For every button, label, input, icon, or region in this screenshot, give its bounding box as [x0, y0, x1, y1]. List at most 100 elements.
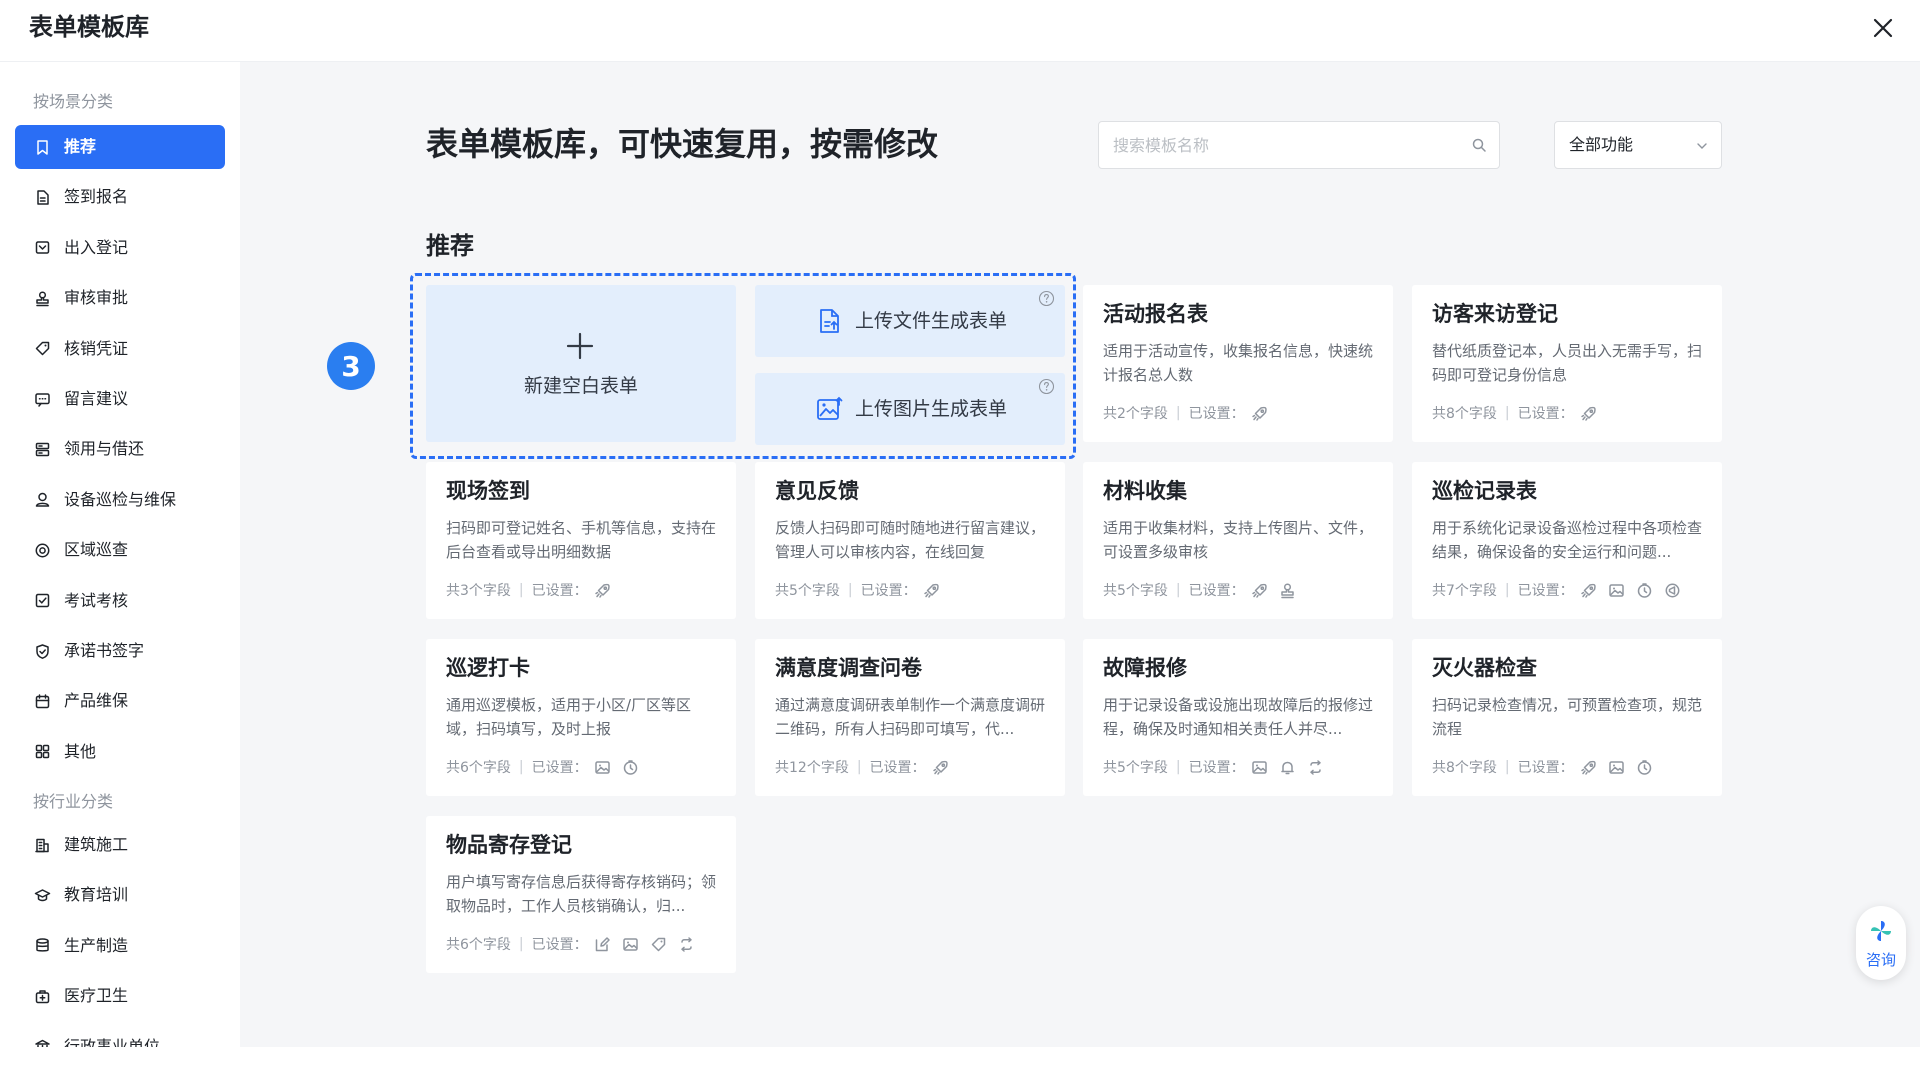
card-meta: 共6个字段 | 已设置： — [446, 934, 706, 954]
sidebar-item-11[interactable]: 产品维保 — [15, 679, 225, 723]
card-meta: 共7个字段 | 已设置： — [1432, 580, 1692, 600]
sidebar-item-5[interactable]: 留言建议 — [15, 377, 225, 421]
pinwheel-icon — [1871, 921, 1891, 941]
card-meta: 共6个字段 | 已设置： — [446, 757, 650, 777]
template-card[interactable]: 故障报修用于记录设备或设施出现故障后的报修过程，确保及时通知相关责任人并尽...… — [1083, 639, 1393, 796]
template-card[interactable]: 灭火器检查 扫码记录检查情况，可预置检查项，规范流程 共8个字段 | 已设置： — [1412, 639, 1722, 796]
template-card[interactable]: 材料收集 适用于收集材料，支持上传图片、文件，可设置多级审核 共5个字段 | 已设置： — [1083, 462, 1393, 619]
sidebar-item-1[interactable]: 签到报名 — [15, 175, 225, 219]
graduation-cap-icon — [34, 887, 51, 904]
settings-label: 已设置： — [531, 583, 588, 599]
sidebar-item-label: 留言建议 — [64, 389, 129, 408]
grid-icon — [34, 743, 51, 760]
card-meta: 共3个字段 | 已设置： — [446, 580, 622, 600]
card-description: 用于记录设备或设施出现故障后的报修过程，确保及时通知相关责任人并尽... — [1103, 696, 1374, 738]
card-title: 巡逻打卡 — [446, 656, 530, 680]
sidebar-item-9[interactable]: 考试考核 — [15, 579, 225, 623]
template-card[interactable]: 物品寄存登记 用户填写寄存信息后获得寄存核销码；领取物品时，工作人员核销确认，归.… — [426, 816, 736, 973]
building-icon — [34, 837, 51, 854]
card-description: 适用于收集材料，支持上传图片、文件，可设置多级审核 — [1103, 519, 1374, 561]
bell-icon — [1279, 759, 1296, 776]
shield-check-icon — [34, 643, 51, 660]
stamp-icon — [34, 290, 51, 307]
card-title: 访客来访登记 — [1432, 302, 1558, 326]
group-title-industry: 按行业分类 — [33, 792, 114, 811]
template-card[interactable]: 现场签到 扫码即可登记姓名、手机等信息，支持在后台查看或导出明细数据 共3个字段 | 已… — [426, 462, 736, 619]
sidebar-item-label: 行政事业单位 — [64, 1036, 161, 1047]
settings-label: 已设置： — [1188, 406, 1245, 422]
card-title: 满意度调查问卷 — [775, 656, 922, 680]
search-icon[interactable] — [1471, 137, 1487, 153]
search-input[interactable] — [1113, 132, 1453, 158]
template-card[interactable]: 活动报名表 适用于活动宣传，收集报名信息，快速统计报名总人数 共2个字段 | 已设置： — [1083, 285, 1393, 442]
divider: | — [1504, 405, 1510, 421]
rocket-icon — [932, 759, 949, 776]
image-icon — [622, 936, 639, 953]
card-meta: 共5个字段 | 已设置： — [775, 580, 951, 600]
card-title: 意见反馈 — [775, 479, 859, 503]
sidebar-item-0[interactable]: 推荐 — [15, 125, 225, 169]
card-title: 故障报修 — [1103, 656, 1187, 680]
app-title: 表单模板库 — [29, 13, 149, 41]
template-card[interactable]: 巡检记录表 用于系统化记录设备巡检过程中各项检查结果，确保设备的安全运行和问题..… — [1412, 462, 1722, 619]
rocket-icon — [1580, 405, 1597, 422]
settings-label: 已设置： — [1188, 583, 1245, 599]
card-title: 材料收集 — [1103, 479, 1187, 503]
card-description: 用户填写寄存信息后获得寄存核销码；领取物品时，工作人员核销确认，归... — [446, 873, 717, 915]
medical-kit-icon — [34, 988, 51, 1005]
divider: | — [1175, 759, 1181, 775]
template-card[interactable]: 巡逻打卡 通用巡逻模板，适用于小区/厂区等区域，扫码填写，及时上报 共6个字段 | 已设… — [426, 639, 736, 796]
sidebar-industry-item-4[interactable]: 行政事业单位 — [15, 1025, 225, 1047]
sidebar-item-label: 设备巡检与维保 — [64, 489, 177, 509]
sidebar-item-3[interactable]: 审核审批 — [15, 276, 225, 320]
card-title: 现场签到 — [446, 479, 530, 503]
chevron-down-icon — [1697, 143, 1707, 149]
megaphone-icon — [1664, 582, 1681, 599]
settings-label: 已设置： — [1188, 760, 1245, 776]
sidebar-item-8[interactable]: 区域巡查 — [15, 528, 225, 572]
sidebar-item-2[interactable]: 出入登记 — [15, 226, 225, 270]
close-button[interactable] — [1866, 11, 1900, 45]
card-meta: 共8个字段 | 已设置： — [1432, 757, 1664, 777]
divider: | — [518, 936, 524, 952]
sidebar-item-7[interactable]: 设备巡检与维保 — [15, 478, 225, 522]
sidebar-industry-item-2[interactable]: 生产制造 — [15, 924, 225, 968]
card-meta: 共5个字段 | 已设置： — [1103, 757, 1335, 777]
sidebar-item-12[interactable]: 其他 — [15, 730, 225, 774]
sidebar-item-label: 承诺书签字 — [64, 641, 145, 660]
sidebar-item-label: 产品维保 — [64, 691, 129, 711]
card-description: 用于系统化记录设备巡检过程中各项检查结果，确保设备的安全运行和问题... — [1432, 519, 1703, 561]
sidebar-item-10[interactable]: 承诺书签字 — [15, 629, 225, 673]
filter-selected-value: 全部功能 — [1569, 135, 1634, 154]
sidebar-item-4[interactable]: 核销凭证 — [15, 327, 225, 371]
template-card[interactable]: 意见反馈 反馈人扫码即可随时随地进行留言建议，管理人可以审核内容，在线回复 共5个字… — [755, 462, 1065, 619]
function-filter-select[interactable]: 全部功能 — [1554, 121, 1722, 169]
card-meta: 共2个字段 | 已设置： — [1103, 403, 1279, 423]
consult-button[interactable]: 咨询 — [1856, 906, 1906, 980]
sidebar: 按场景分类 推荐 签到报名 出入登记 审核审批 核销凭证 留言建议 领用与借还 设备巡检与维保区… — [0, 62, 240, 1047]
field-count: 共5个字段 — [1103, 760, 1168, 776]
step-badge: 3 — [327, 342, 375, 390]
card-description: 扫码记录检查情况，可预置检查项，规范流程 — [1432, 696, 1703, 738]
divider: | — [1504, 582, 1510, 598]
field-count: 共2个字段 — [1103, 406, 1168, 422]
rocket-icon — [1580, 759, 1597, 776]
settings-label: 已设置： — [860, 583, 917, 599]
bookmark-icon — [34, 139, 51, 156]
database-icon — [34, 937, 51, 954]
boxes-icon — [34, 441, 51, 458]
settings-label: 已设置： — [869, 760, 926, 776]
sidebar-item-6[interactable]: 领用与借还 — [15, 427, 225, 471]
field-count: 共12个字段 — [775, 760, 849, 776]
template-card[interactable]: 满意度调查问卷 通过满意度调研表单制作一个满意度调研二维码，所有人扫码即可填写，代… — [755, 639, 1065, 796]
image-icon — [1251, 759, 1268, 776]
search-box[interactable] — [1098, 121, 1500, 169]
settings-label: 已设置： — [531, 937, 588, 953]
sidebar-industry-item-1[interactable]: 教育培训 — [15, 873, 225, 917]
template-card[interactable]: 访客来访登记 替代纸质登记本，人员出入无需手写，扫码即可登记身份信息 共8个字段 | 已… — [1412, 285, 1722, 442]
sidebar-industry-item-3[interactable]: 医疗卫生 — [15, 974, 225, 1018]
message-icon — [34, 391, 51, 408]
image-icon — [594, 759, 611, 776]
field-count: 共6个字段 — [446, 760, 511, 776]
sidebar-industry-item-0[interactable]: 建筑施工 — [15, 823, 225, 867]
